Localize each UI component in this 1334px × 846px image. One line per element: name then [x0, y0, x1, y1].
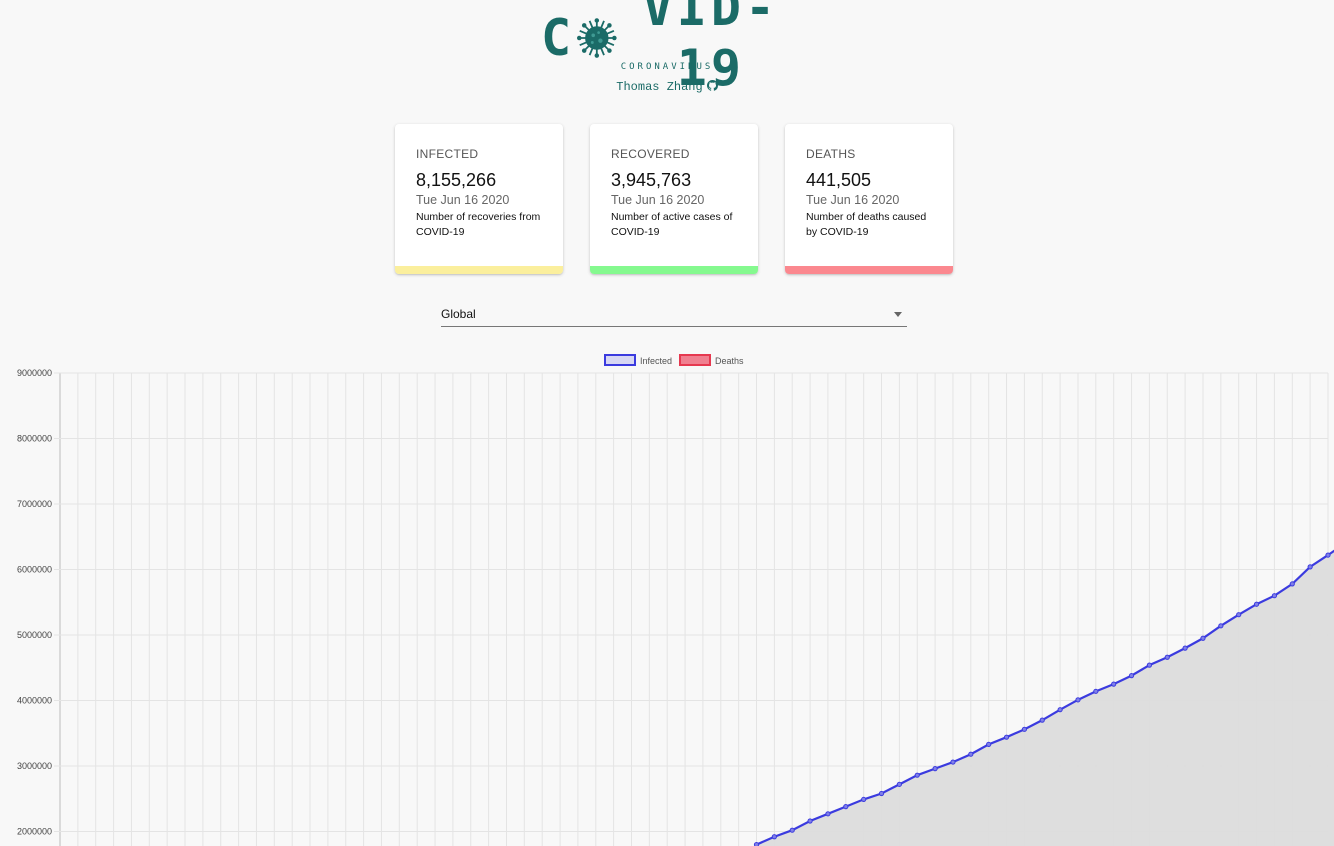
legend-label: Infected — [640, 356, 672, 366]
card-description: Number of active cases of COVID-19 — [611, 211, 733, 238]
infected-point — [1021, 726, 1027, 732]
y-tick-label: 8000000 — [17, 434, 52, 444]
card-date: Tue Jun 16 2020 — [611, 193, 705, 207]
infected-point — [1003, 734, 1010, 740]
country-select-value: Global — [441, 307, 476, 321]
infected-point — [1325, 552, 1331, 558]
infected-point — [1271, 593, 1278, 599]
infected-point — [1128, 673, 1135, 679]
y-tick-label: 2000000 — [17, 827, 52, 837]
card-value: 441,505 — [806, 170, 872, 190]
infected-point — [950, 759, 956, 765]
infected-point — [914, 772, 920, 778]
y-tick-label: 9000000 — [17, 368, 52, 378]
cases-line-chart: 9000000 8000000 7000000 6000000 5000000 40000… — [17, 354, 1334, 846]
infected-point — [1057, 707, 1063, 713]
infected-point — [1236, 612, 1242, 618]
github-icon[interactable] — [706, 80, 718, 91]
infected-card: INFECTED 8,155,266 Tue Jun 16 2020 Numbe… — [395, 124, 563, 274]
infected-point — [1218, 623, 1224, 629]
infected-point — [1111, 681, 1117, 687]
infected-point — [807, 818, 813, 824]
card-title: DEATHS — [806, 147, 856, 161]
infected-point — [1039, 717, 1045, 723]
card-value: 3,945,763 — [611, 170, 692, 190]
card-description: Number of recoveries from COVID-19 — [416, 211, 541, 238]
infected-area — [756, 550, 1334, 846]
card-date: Tue Jun 16 2020 — [806, 193, 900, 207]
logo-text-left: C — [541, 9, 576, 67]
infected-point — [878, 790, 885, 797]
y-tick-label: 6000000 — [17, 565, 52, 575]
card-date: Tue Jun 16 2020 — [416, 193, 510, 207]
author-link[interactable]: Thomas Zhang — [0, 80, 1334, 94]
country-select[interactable]: Global — [441, 300, 907, 327]
logo-subtitle: CORONAVIRUS — [620, 62, 714, 72]
infected-point — [986, 741, 992, 747]
infected-point — [861, 796, 867, 803]
legend-swatch — [679, 354, 711, 366]
infected-point — [932, 766, 938, 772]
y-tick-label: 5000000 — [17, 630, 52, 640]
infected-point — [1200, 635, 1206, 641]
card-description: Number of deaths caused by COVID-19 — [806, 211, 927, 238]
infected-point — [843, 804, 849, 810]
y-tick-label: 4000000 — [17, 696, 52, 706]
legend-swatch — [604, 354, 636, 366]
infected-point — [1307, 564, 1313, 570]
y-tick-label: 3000000 — [17, 761, 52, 771]
covid-logo: C VID-19 — [541, 0, 803, 97]
card-title: RECOVERED — [611, 147, 690, 161]
card-color-bar — [785, 266, 953, 274]
y-tick-label: 7000000 — [17, 499, 52, 509]
card-color-bar — [395, 266, 563, 274]
infected-point — [1253, 601, 1260, 607]
infected-point — [1164, 654, 1170, 660]
infected-point — [825, 811, 831, 817]
infected-point — [1146, 662, 1153, 668]
recovered-card: RECOVERED 3,945,763 Tue Jun 16 2020 Numb… — [590, 124, 758, 274]
card-color-bar — [590, 266, 758, 274]
infected-point — [896, 781, 902, 787]
infected-point — [789, 827, 795, 833]
legend-label: Deaths — [715, 356, 744, 366]
infected-point — [1093, 688, 1099, 694]
infected-point — [1075, 697, 1081, 703]
author-name: Thomas Zhang — [616, 80, 703, 94]
infected-point — [1289, 581, 1295, 587]
infected-point — [753, 842, 760, 846]
chevron-down-icon[interactable] — [894, 312, 902, 317]
card-value: 8,155,266 — [416, 170, 497, 190]
card-title: INFECTED — [416, 147, 479, 161]
infected-point — [968, 751, 974, 757]
chart-legend: Infected Deaths — [604, 354, 744, 366]
virus-icon — [577, 18, 617, 58]
infected-point — [771, 834, 777, 840]
infected-point — [1182, 645, 1188, 651]
deaths-card: DEATHS 441,505 Tue Jun 16 2020 Number of… — [785, 124, 953, 274]
